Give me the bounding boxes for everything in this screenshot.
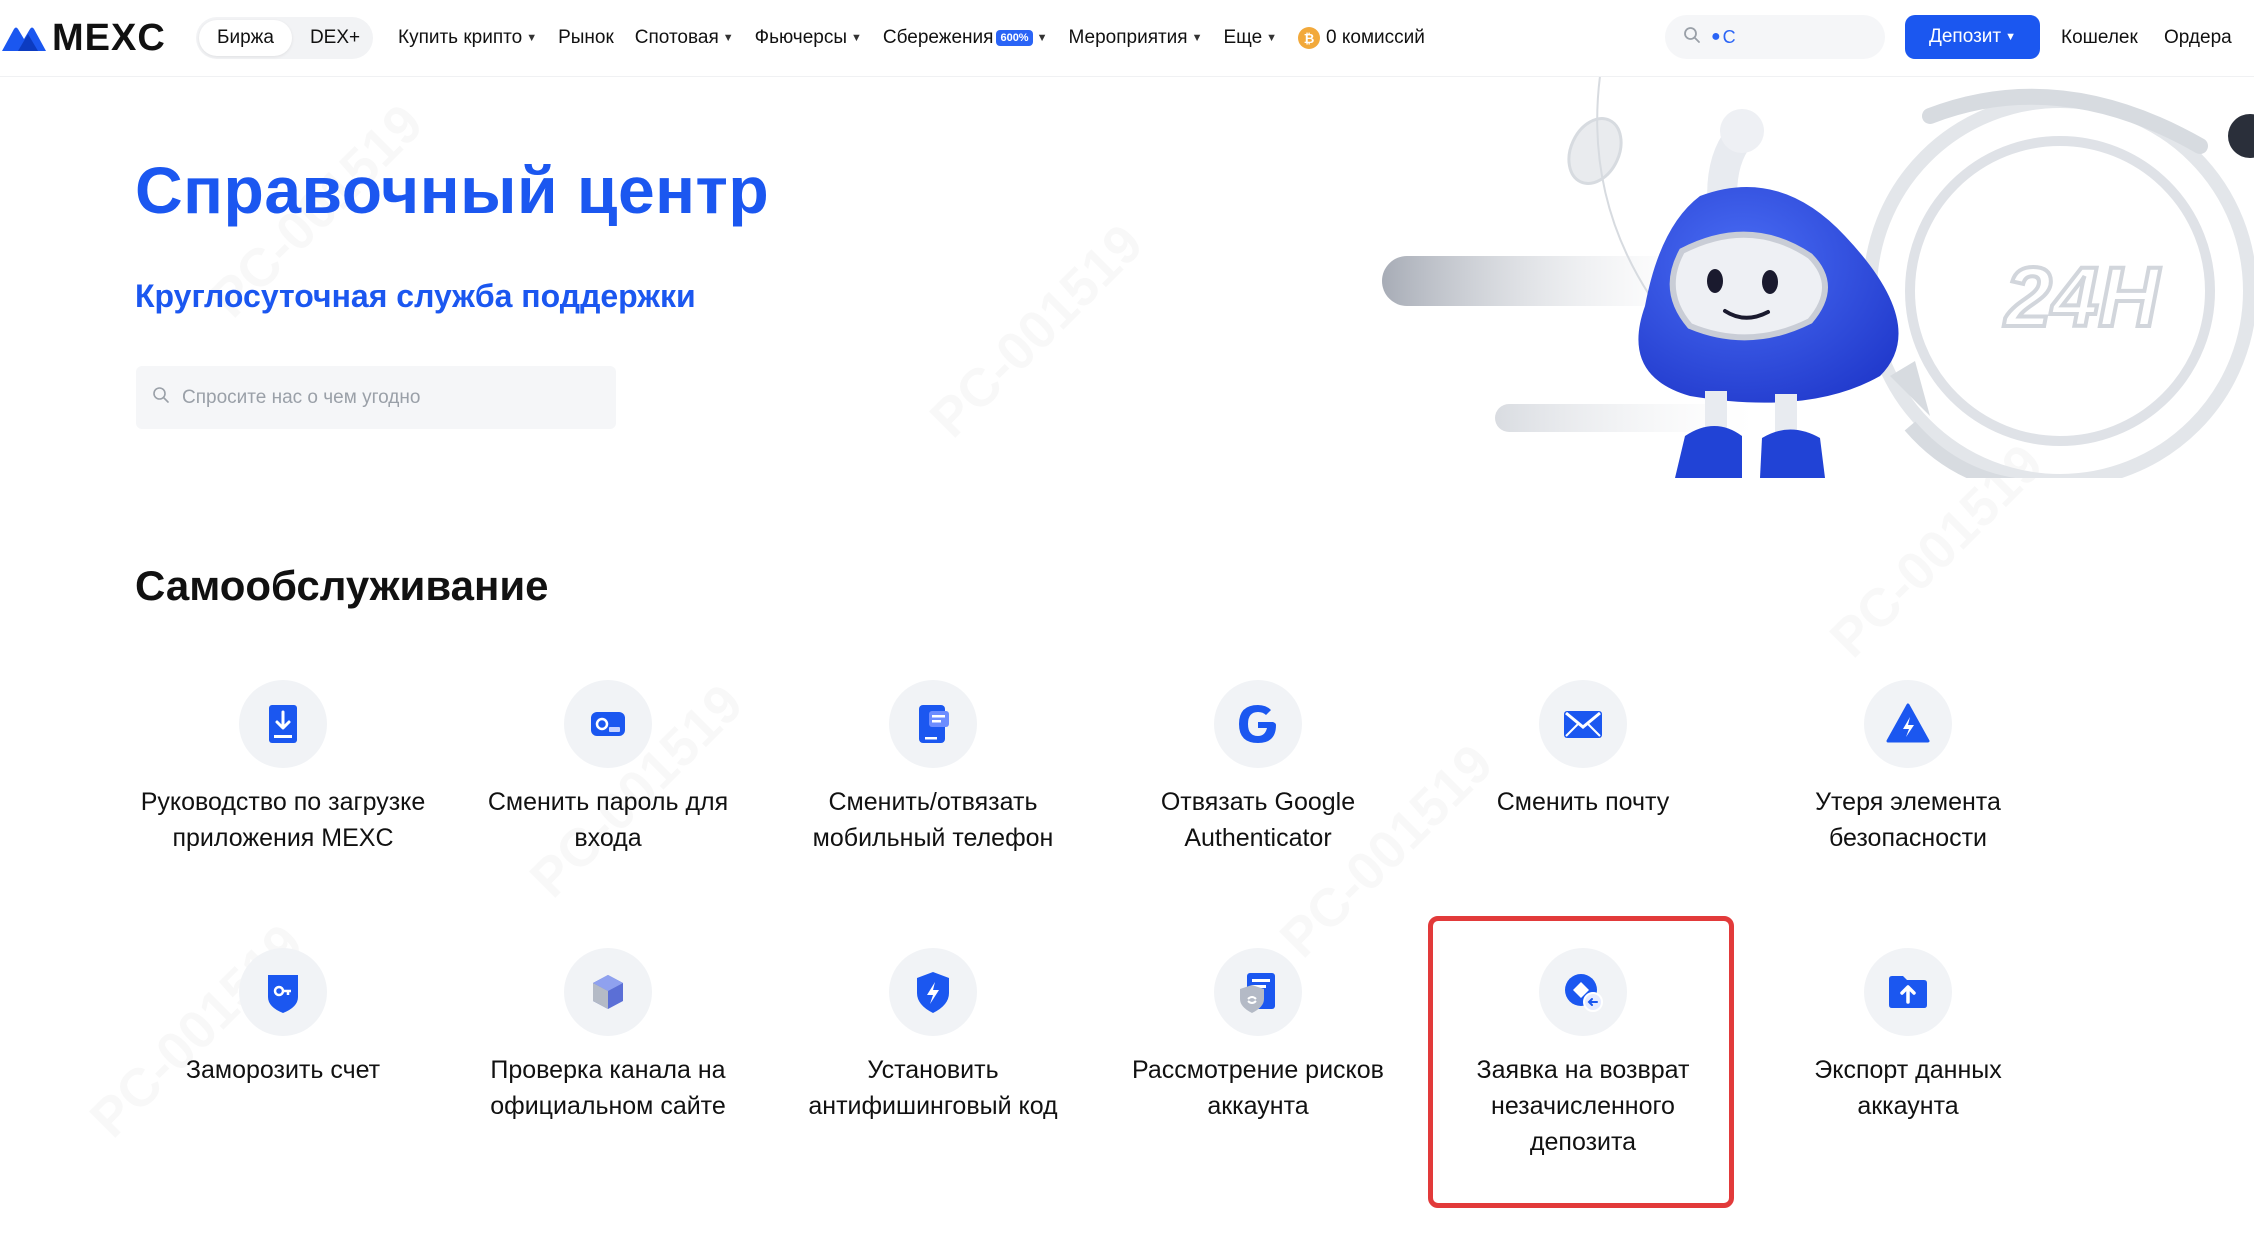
tile-label: Сменить почту xyxy=(1496,788,1670,816)
tile-change-phone[interactable]: Сменить/отвязать мобильный телефон xyxy=(783,680,1083,856)
tile-icon-wrap xyxy=(1214,680,1302,768)
nav-label: Спотовая xyxy=(634,27,719,48)
tile-icon-wrap xyxy=(1539,948,1627,1036)
page-title: Справочный центр xyxy=(135,153,770,227)
help-search-box[interactable] xyxy=(136,366,616,429)
shield-icon xyxy=(917,972,949,1013)
google-icon xyxy=(1239,705,1276,743)
tile-icon-wrap xyxy=(1214,948,1302,1036)
watermark: PC-001519 xyxy=(918,212,1155,449)
nav-more[interactable]: Еще ▼ xyxy=(1223,27,1277,49)
clock-24h-label: 24H xyxy=(2003,250,2161,344)
tile-icon-wrap xyxy=(239,948,327,1036)
mail-icon xyxy=(1564,711,1602,738)
top-search-text: C xyxy=(1722,26,1736,47)
wallet-link[interactable]: Кошелек xyxy=(2061,0,2138,76)
help-search-input[interactable] xyxy=(180,385,604,410)
phone-icon xyxy=(919,705,949,743)
token-drop-icon: ● xyxy=(1711,28,1721,45)
hero-mascot-illustration: 24H xyxy=(1370,76,2254,478)
nav-buy-crypto[interactable]: Купить крипто ▼ xyxy=(398,27,537,49)
savings-apy-badge: 600% xyxy=(996,30,1033,46)
tile-label: Заявка на возврат незачисленного депозит… xyxy=(1476,1056,1690,1156)
top-navigation: MEXC Биржа DEX+ Купить крипто ▼ Рынок Спо… xyxy=(0,0,2254,77)
tile-anti-phishing-code[interactable]: Установить антифишинговый код xyxy=(783,948,1083,1124)
nav-label: Купить крипто xyxy=(398,27,523,48)
deposit-button[interactable]: Депозит ▼ xyxy=(1905,15,2040,59)
tile-unbind-google-auth[interactable]: Отвязать Google Authenticator xyxy=(1108,680,1408,856)
switch-dex[interactable]: DEX+ xyxy=(292,20,378,56)
nav-futures[interactable]: Фьючерсы ▼ xyxy=(755,27,862,49)
warning-icon xyxy=(1886,703,1930,743)
tile-label: Отвязать Google Authenticator xyxy=(1160,788,1356,852)
switch-exchange[interactable]: Биржа xyxy=(199,20,292,56)
nav-label: Рынок xyxy=(558,27,614,48)
tile-icon-wrap xyxy=(564,680,652,768)
caret-down-icon: ▼ xyxy=(526,32,538,44)
nav-label: Еще xyxy=(1223,27,1263,48)
tile-lost-security-item[interactable]: Утеря элемента безопасности xyxy=(1758,680,2058,856)
tile-label: Экспорт данных аккаунта xyxy=(1814,1056,2002,1120)
deposit-label: Депозит xyxy=(1929,26,2002,47)
orders-link[interactable]: Ордера xyxy=(2164,0,2232,76)
tile-icon-wrap xyxy=(889,948,977,1036)
coin-icon: ₿ xyxy=(1298,27,1321,49)
tile-app-download-guide[interactable]: Руководство по загрузке приложения MEXC xyxy=(133,680,433,856)
caret-down-icon: ▼ xyxy=(1036,32,1048,44)
export-icon xyxy=(1889,976,1927,1008)
caret-down-icon: ▼ xyxy=(1266,32,1278,44)
tile-label: Проверка канала на официальном сайте xyxy=(490,1056,726,1120)
tile-label: Установить антифишинговый код xyxy=(808,1056,1058,1120)
exchange-dex-switch: Биржа DEX+ xyxy=(196,17,373,59)
tile-label: Рассмотрение рисков аккаунта xyxy=(1132,1056,1384,1120)
search-icon xyxy=(1683,26,1701,49)
tile-freeze-account[interactable]: Заморозить счет xyxy=(133,948,433,1088)
nav-zero-fees[interactable]: ₿ 0 комиссий xyxy=(1298,27,1425,49)
nav-events[interactable]: Мероприятия ▼ xyxy=(1068,27,1202,49)
tile-label: Заморозить счет xyxy=(185,1056,381,1084)
logo-text: MEXC xyxy=(52,16,166,59)
caret-down-icon: ▼ xyxy=(851,32,862,44)
search-icon xyxy=(152,386,170,409)
tile-change-password[interactable]: Сменить пароль для входа xyxy=(458,680,758,856)
refund-icon xyxy=(1565,974,1603,1012)
self-service-title: Самообслуживание xyxy=(135,562,549,609)
password-icon xyxy=(591,712,625,736)
nav-label: Сбережения xyxy=(882,27,994,48)
tile-account-risk-review[interactable]: Рассмотрение рисков аккаунта xyxy=(1108,948,1408,1124)
download-icon xyxy=(269,705,297,743)
nav-label: Фьючерсы xyxy=(754,27,847,48)
mexc-logo-icon xyxy=(2,27,46,51)
top-search-box[interactable]: ● C xyxy=(1665,15,1885,59)
caret-down-icon: ▼ xyxy=(1191,32,1203,44)
nav-spot[interactable]: Спотовая ▼ xyxy=(635,27,734,49)
tile-label: Сменить/отвязать мобильный телефон xyxy=(812,788,1054,852)
nav-label: Мероприятия xyxy=(1068,27,1188,48)
main-menu: Купить крипто ▼ Рынок Спотовая ▼ Фьючерсы ▼… xyxy=(398,0,1446,76)
tile-change-email[interactable]: Сменить почту xyxy=(1433,680,1733,820)
page-subtitle: Круглосуточная служба поддержки xyxy=(135,278,696,314)
tile-icon-wrap xyxy=(1539,680,1627,768)
tile-export-account-data[interactable]: Экспорт данных аккаунта xyxy=(1758,948,2058,1124)
tile-uncredited-deposit-refund[interactable]: Заявка на возврат незачисленного депозит… xyxy=(1433,948,1733,1160)
tile-label: Сменить пароль для входа xyxy=(487,788,729,852)
tile-label: Утеря элемента безопасности xyxy=(1815,788,2001,852)
tile-icon-wrap xyxy=(1864,680,1952,768)
caret-down-icon: ▼ xyxy=(2005,31,2016,43)
tile-icon-wrap xyxy=(239,680,327,768)
nav-savings[interactable]: Сбережения 600% ▼ xyxy=(883,27,1048,49)
freeze-icon xyxy=(268,975,298,1013)
tile-verify-official-channel[interactable]: Проверка канала на официальном сайте xyxy=(458,948,758,1124)
caret-down-icon: ▼ xyxy=(722,32,734,44)
cube-icon xyxy=(593,975,623,1009)
tile-icon-wrap xyxy=(1864,948,1952,1036)
risk-review-icon xyxy=(1240,973,1275,1013)
support-mascot-image: 24H xyxy=(1382,76,2254,478)
tile-label: Руководство по загрузке приложения MEXC xyxy=(140,788,426,852)
nav-label: 0 комиссий xyxy=(1326,27,1425,48)
tile-icon-wrap xyxy=(564,948,652,1036)
tile-icon-wrap xyxy=(889,680,977,768)
nav-market[interactable]: Рынок xyxy=(558,27,614,49)
mexc-logo[interactable]: MEXC xyxy=(0,16,166,59)
